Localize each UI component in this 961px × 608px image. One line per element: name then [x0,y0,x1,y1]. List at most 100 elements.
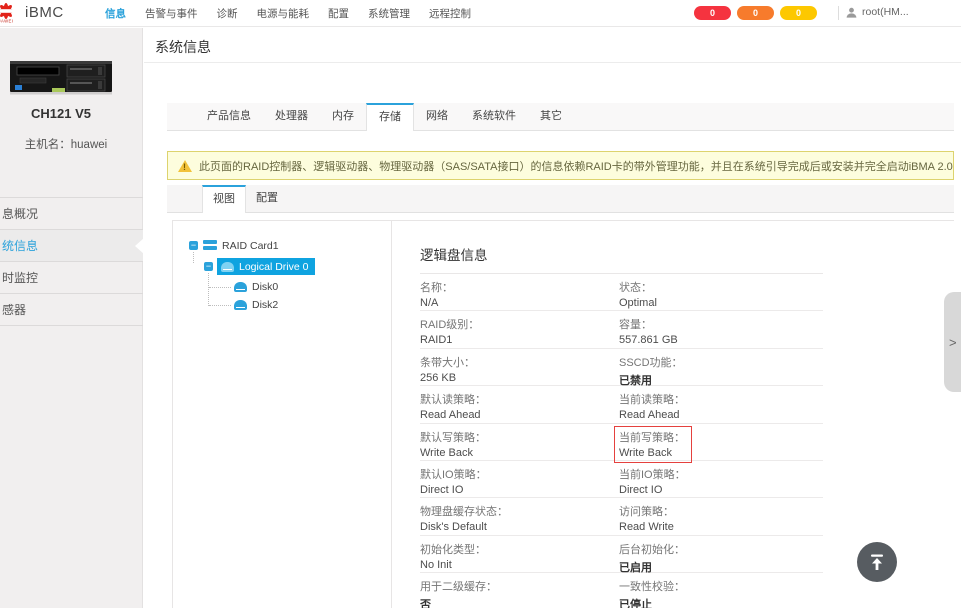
main-content: 系统信息 产品信息 处理器 内存 存储 网络 系统软件 其它 ! 此页面的RAI… [144,28,961,608]
info-row: 用于二级缓存： 否 一致性校验： 已停止 [420,573,823,608]
tree-connector [209,305,231,306]
tab-product-info[interactable]: 产品信息 [195,103,263,131]
tree-node-raid-card[interactable]: RAID Card1 [222,240,279,252]
info-cell: 用于二级缓存： 否 [420,578,619,608]
info-title: 逻辑盘信息 [420,244,823,274]
nav-item-alarms-events[interactable]: 告警与事件 [145,6,198,21]
tab-memory[interactable]: 内存 [320,103,366,131]
info-row: 名称： N/A 状态： Optimal [420,274,823,311]
sidebar-item-system-info[interactable]: 统信息 [0,230,143,262]
nav-item-info[interactable]: 信息 [105,6,126,21]
info-cell: 名称： N/A [420,279,619,310]
tree-connector [208,273,209,306]
server-photo [10,58,112,96]
alarm-badge-critical[interactable]: 0 [694,6,731,20]
nav-item-power-energy[interactable]: 电源与能耗 [257,6,310,21]
tree-node-logical-drive[interactable]: Logical Drive 0 [217,258,315,275]
info-cell: 当前读策略： Read Ahead [619,391,823,422]
info-cell: 物理盘缓存状态： Disk's Default [420,503,619,534]
user-name: root(HM... [862,6,909,18]
raid-tree: − RAID Card1 − Logical Drive 0 Disk0 [173,221,391,608]
info-row: RAID级别： RAID1 容量： 557.861 GB [420,311,823,348]
nav-item-remote-control[interactable]: 远程控制 [429,6,471,21]
sidebar: CH121 V5 主机名：huawei 息概况 统信息 时监控 感器 [0,28,143,608]
hostname-label: 主机名：huawei [0,136,132,152]
raid-card-icon [203,239,217,251]
tab-network[interactable]: 网络 [414,103,460,131]
info-cell: SSCD功能： 已禁用 [619,354,823,388]
alarm-badge-major[interactable]: 0 [737,6,774,20]
info-cell: 当前IO策略： Direct IO [619,466,823,497]
sidebar-item-sensors[interactable]: 感器 [0,294,143,326]
tree-connector [193,252,194,263]
sidebar-item-label: 时监控 [2,271,38,285]
warning-text: 此页面的RAID控制器、逻辑驱动器、物理驱动器（SAS/SATA接口）的信息依赖… [199,158,954,174]
info-cell: 状态： Optimal [619,279,823,310]
title-divider [144,62,961,63]
user-icon [846,7,857,18]
storage-view-panel: − RAID Card1 − Logical Drive 0 Disk0 [172,220,954,608]
info-cell: 当前写策略： Write Back [619,429,823,463]
server-model: CH121 V5 [0,106,122,121]
collapse-toggle-icon[interactable]: − [189,241,198,250]
subtabs: 视图 配置 [202,185,288,213]
tree-node-label: Disk0 [252,281,278,293]
info-row: 默认写策略： Write Back 当前写策略： Write Back [420,424,823,461]
logical-drive-info: 逻辑盘信息 名称： N/A 状态： Optimal RAID级别： RAID1 [420,244,823,608]
info-cell: 默认读策略： Read Ahead [420,391,619,422]
panel-expand-handle[interactable]: > [944,292,961,392]
tab-storage[interactable]: 存储 [366,103,414,131]
tab-others[interactable]: 其它 [528,103,574,131]
sidebar-item-info-overview[interactable]: 息概况 [0,198,143,230]
brand-title: iBMC [25,4,64,21]
scroll-to-top-button[interactable] [857,542,897,582]
alarm-badge-minor[interactable]: 0 [780,6,817,20]
ibmc-screen: HUAWEI iBMC 信息 告警与事件 诊断 电源与能耗 配置 系统管理 远程… [0,0,961,608]
topbar: HUAWEI iBMC 信息 告警与事件 诊断 电源与能耗 配置 系统管理 远程… [0,0,961,27]
info-cell: 访问策略： Read Write [619,503,823,534]
subtab-view[interactable]: 视图 [202,185,246,213]
tree-node-disk2[interactable]: Disk2 [234,299,278,311]
info-cell: 后台初始化： 已启用 [619,541,823,575]
warning-icon: ! [178,160,192,172]
info-cell: 容量： 557.861 GB [619,316,823,347]
user-menu[interactable]: root(HM... [846,6,909,18]
arrow-up-icon [867,552,887,572]
highlight-box: 当前写策略： Write Back [614,426,692,463]
collapse-toggle-icon[interactable]: − [204,262,213,271]
sidebar-item-realtime-monitor[interactable]: 时监控 [0,262,143,294]
info-row: 默认读策略： Read Ahead 当前读策略： Read Ahead [420,386,823,423]
info-row: 条带大小： 256 KB SSCD功能： 已禁用 [420,349,823,386]
nav-item-configuration[interactable]: 配置 [328,6,349,21]
tab-processor[interactable]: 处理器 [263,103,320,131]
info-cell: 初始化类型： No Init [420,541,619,575]
nav-item-system-mgmt[interactable]: 系统管理 [368,6,410,21]
info-cell: 一致性校验： 已停止 [619,578,823,608]
sidebar-item-label: 息概况 [2,207,38,221]
sidebar-item-label: 感器 [2,303,26,317]
subtab-configure[interactable]: 配置 [246,185,288,213]
huawei-wordmark: HUAWEI [0,19,13,24]
tree-node-disk0[interactable]: Disk0 [234,281,278,293]
disk-icon [234,282,247,292]
panel-divider [391,221,392,608]
tree-connector [209,287,231,288]
info-cell: 默认写策略： Write Back [420,429,619,463]
info-cell: RAID级别： RAID1 [420,316,619,347]
warning-banner: ! 此页面的RAID控制器、逻辑驱动器、物理驱动器（SAS/SATA接口）的信息… [167,151,954,180]
info-cell: 默认IO策略： Direct IO [420,466,619,497]
info-row: 初始化类型： No Init 后台初始化： 已启用 [420,536,823,573]
disk-icon [234,300,247,310]
tab-system-software[interactable]: 系统软件 [460,103,528,131]
info-row: 默认IO策略： Direct IO 当前IO策略： Direct IO [420,461,823,498]
nav-item-diagnosis[interactable]: 诊断 [217,6,238,21]
sidebar-menu: 息概况 统信息 时监控 感器 [0,197,143,326]
topbar-divider [838,6,839,20]
active-item-arrow [135,238,143,254]
main-nav: 信息 告警与事件 诊断 电源与能耗 配置 系统管理 远程控制 [105,0,471,26]
info-cell: 条带大小： 256 KB [420,354,619,388]
info-row: 物理盘缓存状态： Disk's Default 访问策略： Read Write [420,498,823,535]
tree-node-label: Disk2 [252,299,278,311]
chevron-right-icon: > [949,335,957,350]
tree-node-label: Logical Drive 0 [239,261,308,273]
